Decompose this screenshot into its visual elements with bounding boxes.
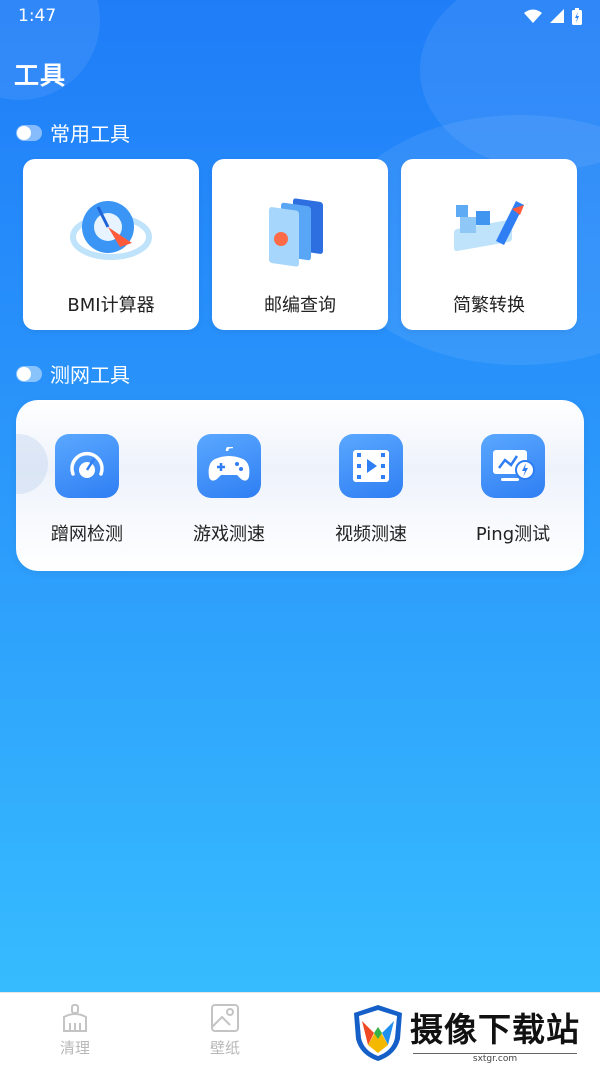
nav-clean-label: 清理 (59, 1039, 90, 1057)
section-dot-icon (16, 124, 42, 141)
status-icons (524, 7, 582, 25)
network-tools-header: 测网工具 (16, 359, 130, 388)
broom-icon (63, 1004, 87, 1032)
watermark-title: 摄像下载站 (410, 1009, 580, 1049)
bmi-calculator-icon (70, 201, 152, 260)
video-speed-test-item[interactable]: 视频测速 (306, 434, 436, 546)
bmi-calculator-card[interactable]: BMI计算器 (23, 159, 199, 330)
section-dot-icon (16, 365, 42, 382)
gamepad-icon (208, 447, 250, 481)
wifi-leech-detect-label: 蹭网检测 (51, 524, 123, 545)
status-time: 1:47 (18, 6, 57, 26)
simplified-traditional-convert-icon (454, 201, 524, 252)
simplified-traditional-card[interactable]: 简繁转换 (401, 159, 577, 330)
game-speed-test-label: 游戏测速 (193, 524, 265, 545)
postcode-query-icon (269, 198, 323, 267)
bmi-calculator-label: BMI计算器 (67, 295, 155, 316)
monitor-ping-icon (493, 450, 535, 481)
nav-item-wallpaper[interactable]: 壁纸 (185, 1003, 265, 1058)
simplified-traditional-label: 简繁转换 (453, 295, 525, 316)
common-tools-title: 常用工具 (50, 122, 130, 146)
speedometer-icon (70, 451, 104, 478)
game-speed-test-item[interactable]: 游戏测速 (164, 434, 294, 546)
postcode-query-card[interactable]: 邮编查询 (212, 159, 388, 330)
status-bar: 1:47 (0, 0, 600, 32)
video-speed-test-label: 视频测速 (335, 524, 407, 545)
speedometer-icon-tile (55, 434, 119, 498)
ping-test-label: Ping测试 (475, 524, 551, 545)
monitor-ping-icon-tile (481, 434, 545, 498)
wifi-leech-detect-item[interactable]: 蹭网检测 (22, 434, 152, 546)
video-icon-tile (339, 434, 403, 498)
wallpaper-icon (211, 1004, 239, 1032)
watermark-logo-icon (354, 1005, 402, 1061)
watermark: 摄像下载站 sxtgr.com (352, 1003, 594, 1064)
battery-icon (572, 7, 582, 25)
network-tools-panel: 蹭网检测 游戏测速 视频测速 Ping测试 (16, 400, 584, 571)
network-tools-title: 测网工具 (50, 363, 130, 387)
ping-test-item[interactable]: Ping测试 (448, 434, 578, 546)
wifi-icon (524, 9, 542, 23)
page-title: 工具 (14, 61, 67, 90)
video-icon (353, 450, 389, 482)
signal-icon (550, 9, 564, 23)
postcode-query-label: 邮编查询 (264, 295, 336, 316)
nav-wallpaper-label: 壁纸 (209, 1039, 240, 1057)
common-tools-header: 常用工具 (16, 118, 130, 147)
nav-item-clean[interactable]: 清理 (35, 1003, 115, 1058)
gamepad-icon-tile (197, 434, 261, 498)
watermark-subtitle: sxtgr.com (412, 1052, 578, 1064)
